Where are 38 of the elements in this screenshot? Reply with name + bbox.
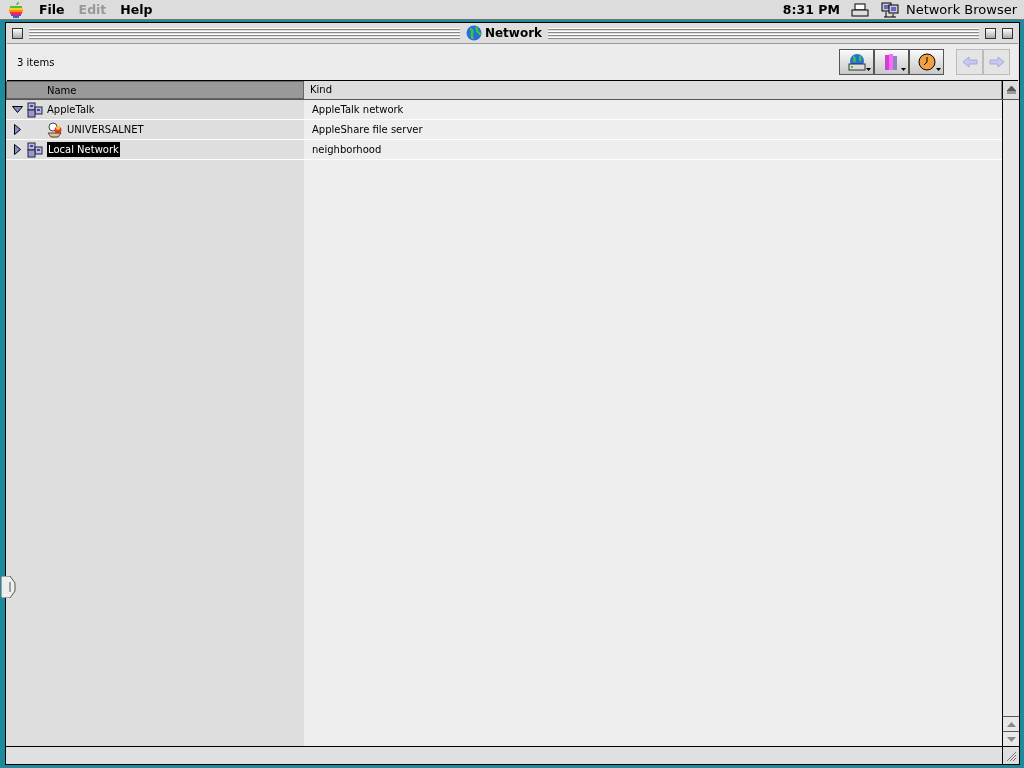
globe-drive-icon — [846, 53, 867, 71]
collapse-box[interactable] — [1002, 27, 1013, 39]
globe-icon — [465, 25, 482, 41]
title-bar-stripes[interactable] — [548, 27, 979, 39]
sort-order-icon[interactable] — [1002, 81, 1019, 99]
item-name[interactable]: AppleTalk — [47, 102, 95, 117]
drawer-tab-icon[interactable] — [1, 576, 16, 598]
file-server-icon[interactable] — [47, 121, 63, 138]
menu-item[interactable]: Help — [113, 0, 160, 19]
close-box[interactable] — [12, 27, 23, 39]
network-computer-icon[interactable] — [880, 1, 899, 18]
application-name[interactable]: Network Browser — [898, 0, 1024, 19]
dropdown-arrow-icon — [936, 68, 941, 71]
clock-icon — [916, 53, 937, 71]
kind-cell-text: AppleShare file server — [311, 123, 423, 137]
menu-item[interactable]: File — [32, 0, 72, 19]
printer-icon[interactable] — [850, 2, 869, 17]
connect-button[interactable] — [839, 49, 874, 75]
item-name[interactable]: UNIVERSALNET — [67, 122, 144, 137]
item-name[interactable]: Local Network — [47, 142, 120, 157]
window-title: Network — [484, 25, 543, 42]
dropdown-arrow-icon — [866, 68, 871, 71]
favorites-button[interactable] — [874, 49, 909, 75]
column-header[interactable]: Name — [6, 81, 304, 99]
right-arrow-icon — [988, 56, 1005, 68]
zoom-box[interactable] — [985, 27, 996, 39]
kind-cell-text: AppleTalk network — [311, 103, 404, 117]
network-icon[interactable] — [27, 141, 43, 158]
item-count: 3 items — [17, 55, 55, 70]
network-icon[interactable] — [27, 101, 43, 118]
left-arrow-icon — [961, 56, 978, 68]
kind-cell-text: neighborhood — [311, 143, 382, 157]
dropdown-arrow-icon — [901, 68, 906, 71]
title-bar-stripes[interactable] — [29, 27, 460, 39]
resize-grip-icon[interactable] — [1002, 747, 1019, 764]
vertical-scrollbar[interactable] — [1002, 100, 1019, 746]
clock: 8:31 PM — [781, 1, 841, 19]
recent-button[interactable] — [909, 49, 944, 75]
